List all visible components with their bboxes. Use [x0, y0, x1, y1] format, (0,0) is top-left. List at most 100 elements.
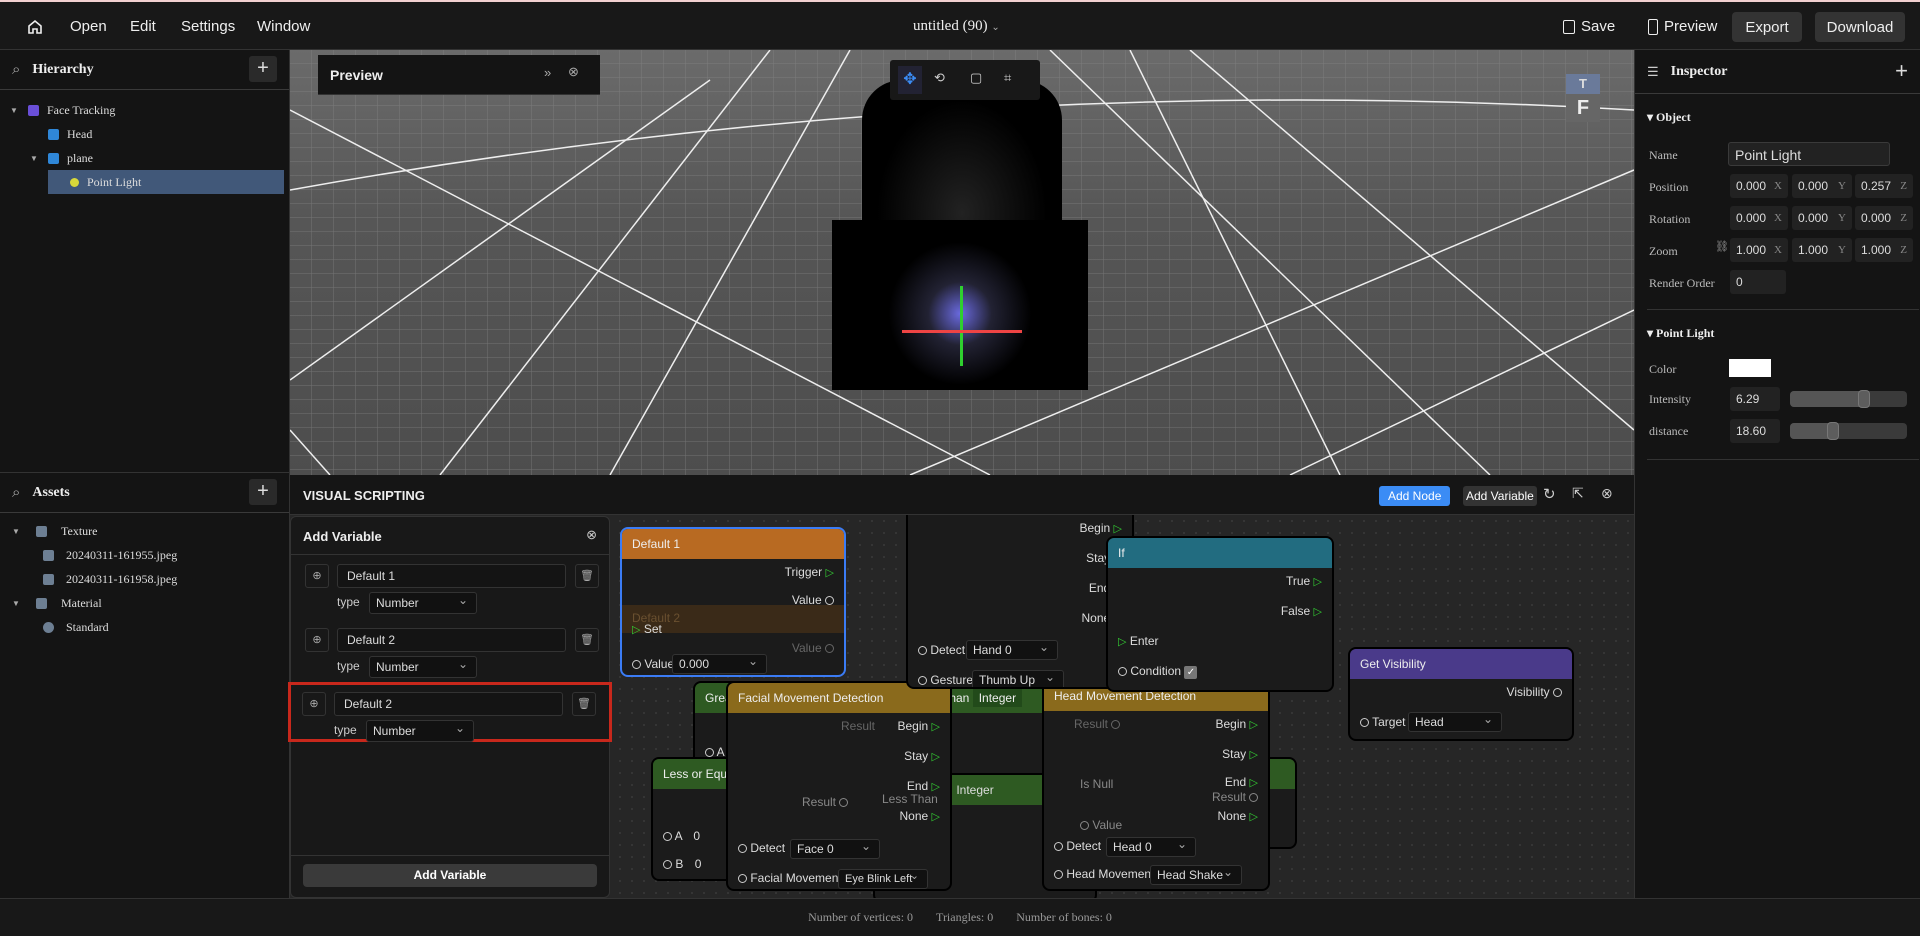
menu-open[interactable]: Open: [70, 18, 107, 35]
3d-viewport[interactable]: Preview » ⊗ ✥ ⟲ ▢ ⌗ T F: [290, 50, 1634, 475]
asset-folder-material[interactable]: ▼ Material: [0, 591, 289, 615]
is-null-result-port[interactable]: Result: [1212, 790, 1259, 804]
type-select[interactable]: Integer: [956, 783, 993, 797]
zoom-x-input[interactable]: 1.000 X: [1730, 238, 1788, 262]
asset-material[interactable]: Standard: [0, 615, 289, 639]
variable-type-select[interactable]: Number: [369, 590, 477, 614]
port-condition[interactable]: Condition ✓: [1118, 664, 1198, 679]
caret-down-icon[interactable]: ▼: [10, 106, 20, 115]
rect-tool-icon[interactable]: ⌗: [1004, 70, 1011, 86]
add-variable-submit-button[interactable]: Add Variable: [303, 864, 597, 887]
external-link-icon[interactable]: ⇱: [1572, 485, 1584, 502]
tree-item-point-light[interactable]: Point Light: [48, 170, 284, 194]
target-select[interactable]: Head: [1408, 710, 1502, 732]
node-default-2[interactable]: Default 2 ▷ Set Value Value 0.000: [622, 605, 844, 675]
gizmo-x-axis[interactable]: [902, 330, 1022, 333]
type-select[interactable]: Integer: [972, 689, 1023, 707]
close-icon[interactable]: ⊗: [586, 527, 597, 543]
facial-movement-select[interactable]: Eye Blink Left: [838, 867, 928, 889]
trash-icon[interactable]: 🗑: [572, 692, 596, 716]
tree-item-head[interactable]: Head: [0, 122, 289, 146]
close-icon[interactable]: ⊗: [568, 64, 579, 80]
search-icon[interactable]: ⌕: [12, 61, 20, 78]
port-gesture[interactable]: Gesture: [918, 673, 973, 687]
collapse-icon[interactable]: »: [544, 65, 551, 80]
tree-item-face-tracking[interactable]: ▼ Face Tracking: [0, 98, 289, 122]
slider-handle[interactable]: [1827, 422, 1840, 440]
locate-variable-icon[interactable]: ⊕: [305, 564, 329, 588]
position-z-input[interactable]: 0.257 Z: [1855, 174, 1913, 198]
port-false[interactable]: False ▷: [1281, 604, 1322, 618]
port-result[interactable]: Result: [1074, 717, 1121, 731]
detect-select[interactable]: Head 0: [1106, 835, 1196, 857]
add-variable-button[interactable]: Add Variable: [1463, 486, 1537, 506]
port-stay[interactable]: Stay ▷: [904, 749, 940, 763]
port-stay[interactable]: Stay ▷: [1222, 747, 1258, 761]
port-enter[interactable]: ▷ Enter: [1118, 634, 1159, 648]
node-default-1[interactable]: Default 1 Trigger ▷ Value Default 2 ▷ Se…: [620, 527, 846, 677]
port-none[interactable]: None ▷: [1218, 809, 1259, 823]
port-detect[interactable]: Detect: [738, 841, 785, 855]
view-cube[interactable]: T F: [1566, 74, 1600, 124]
less-or-equal-result-port[interactable]: Result: [802, 795, 849, 809]
port-end[interactable]: End ▷: [907, 779, 940, 793]
is-null-value-port[interactable]: Value: [1080, 818, 1122, 832]
detect-select[interactable]: Hand 0: [966, 638, 1058, 660]
port-detect[interactable]: Detect: [1054, 839, 1101, 853]
position-x-input[interactable]: 0.000 X: [1730, 174, 1788, 198]
menu-window[interactable]: Window: [257, 18, 310, 35]
rotation-y-input[interactable]: 0.000 Y: [1792, 206, 1852, 230]
port-head-movement[interactable]: Head Movement: [1054, 867, 1154, 881]
port-detect[interactable]: Detect: [918, 643, 965, 657]
project-title[interactable]: untitled (90) ⌄: [913, 18, 1000, 35]
rotation-z-input[interactable]: 0.000 Z: [1855, 206, 1913, 230]
locate-variable-icon[interactable]: ⊕: [305, 628, 329, 652]
port-begin[interactable]: Begin ▷: [1079, 521, 1122, 535]
node-get-visibility[interactable]: Get Visibility Visibility Target Head: [1348, 647, 1574, 741]
port-result[interactable]: Result: [841, 719, 875, 733]
head-movement-select[interactable]: Head Shake: [1150, 863, 1242, 885]
caret-down-icon[interactable]: ▼: [30, 154, 40, 163]
port-a[interactable]: A 0: [663, 829, 700, 843]
zoom-z-input[interactable]: 1.000 Z: [1855, 238, 1913, 262]
locate-variable-icon[interactable]: ⊕: [302, 692, 326, 716]
node-gesture-detection[interactable]: Begin ▷ Stay ▷ End ▷ None ▷ Detect Hand …: [906, 515, 1134, 689]
port-facial-movement[interactable]: Facial Movement: [738, 871, 842, 885]
port-trigger[interactable]: Trigger ▷: [785, 565, 834, 579]
tree-item-plane[interactable]: ▼ plane: [0, 146, 289, 170]
export-button[interactable]: Export: [1732, 12, 1802, 42]
download-button[interactable]: Download: [1815, 12, 1905, 42]
port-end[interactable]: End ▷: [1225, 775, 1258, 789]
distance-slider[interactable]: [1790, 422, 1907, 440]
slider-handle[interactable]: [1857, 390, 1870, 408]
trash-icon[interactable]: 🗑: [575, 628, 599, 652]
port-true[interactable]: True ▷: [1286, 574, 1322, 588]
point-light-section-toggle[interactable]: ▾ Point Light: [1647, 326, 1714, 341]
home-icon[interactable]: [26, 18, 44, 36]
view-cube-top[interactable]: T: [1566, 74, 1600, 94]
rotate-tool-icon[interactable]: ⟲: [934, 70, 945, 86]
variable-name-input[interactable]: Default 2: [337, 628, 566, 652]
render-order-input[interactable]: 0: [1730, 270, 1786, 294]
view-cube-front[interactable]: F: [1566, 94, 1600, 122]
asset-image[interactable]: 20240311-161958.jpeg: [0, 567, 289, 591]
port-value-out[interactable]: Value: [792, 641, 834, 655]
port-begin[interactable]: Begin ▷: [1215, 717, 1258, 731]
variable-name-input[interactable]: Default 2: [334, 692, 563, 716]
rotation-x-input[interactable]: 0.000 X: [1730, 206, 1788, 230]
intensity-slider[interactable]: [1790, 390, 1907, 408]
zoom-y-input[interactable]: 1.000 Y: [1792, 238, 1852, 262]
move-tool-icon[interactable]: ✥: [898, 66, 922, 94]
variable-type-select[interactable]: Number: [366, 718, 474, 742]
node-facial-movement-detection[interactable]: Facial Movement Detection Result Begin ▷…: [726, 681, 952, 891]
refresh-icon[interactable]: ↻: [1543, 485, 1556, 503]
search-icon[interactable]: ⌕: [12, 484, 20, 501]
gizmo-y-axis[interactable]: [960, 286, 963, 366]
menu-edit[interactable]: Edit: [130, 18, 156, 35]
add-asset-button[interactable]: +: [249, 479, 277, 505]
variable-name-input[interactable]: Default 1: [337, 564, 566, 588]
port-visibility[interactable]: Visibility: [1507, 685, 1562, 699]
intensity-input[interactable]: 6.29: [1730, 387, 1780, 411]
add-component-button[interactable]: +: [1895, 58, 1908, 84]
port-value-in[interactable]: Value: [632, 657, 674, 671]
